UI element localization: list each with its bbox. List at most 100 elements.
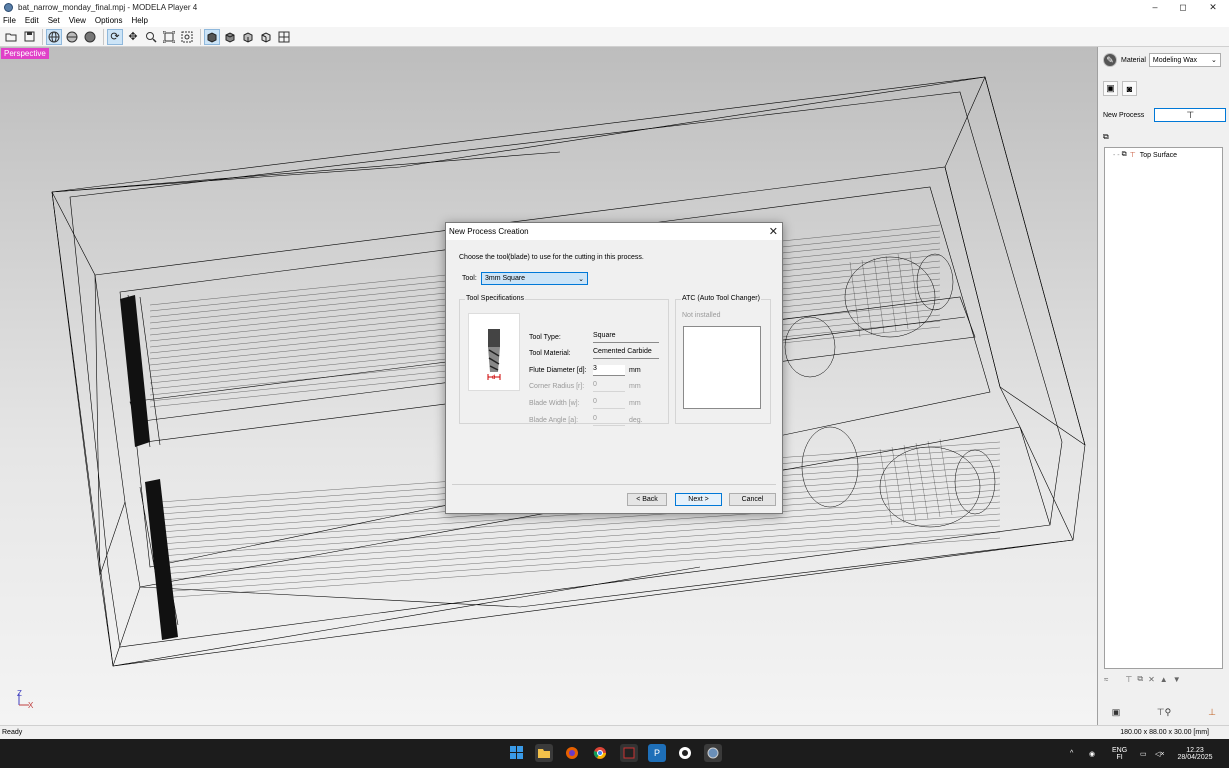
new-process-label: New Process xyxy=(1103,111,1145,119)
window-title: bat_narrow_monday_final.mpj - MODELA Pla… xyxy=(18,2,198,12)
new-process-button[interactable]: ⊤ xyxy=(1154,108,1227,122)
edit-tool-icon[interactable]: ⊤ xyxy=(1125,675,1132,684)
dialog-divider xyxy=(452,484,776,485)
title-bar: bat_narrow_monday_final.mpj - MODELA Pla… xyxy=(0,0,1229,14)
preview-icon[interactable]: ◙ xyxy=(1122,81,1137,96)
app-blue-icon[interactable]: P xyxy=(648,744,666,762)
maximize-button[interactable]: ◻ xyxy=(1168,0,1198,14)
menu-options[interactable]: Options xyxy=(95,16,123,25)
close-button[interactable]: ✕ xyxy=(1198,0,1228,14)
app-dark-icon[interactable] xyxy=(676,744,694,762)
move-up-icon[interactable]: ▲ xyxy=(1160,675,1168,684)
atc-group: ATC (Auto Tool Changer) Not installed xyxy=(675,295,771,424)
cancel-button[interactable]: Cancel xyxy=(729,493,776,506)
process-list-icon[interactable]: ⧉ xyxy=(1103,132,1109,142)
wireframe-view-icon[interactable] xyxy=(46,28,62,45)
tray-chevron-icon[interactable]: ^ xyxy=(1070,739,1073,768)
pan-icon[interactable]: ✥ xyxy=(125,29,141,45)
view-top-icon[interactable] xyxy=(204,28,220,45)
view-label: Perspective xyxy=(1,48,49,59)
tool-search-icon[interactable]: ⊤⚲ xyxy=(1151,704,1177,720)
menu-view[interactable]: View xyxy=(69,16,86,25)
copy-icon[interactable]: ⧉ xyxy=(1137,674,1143,684)
menu-help[interactable]: Help xyxy=(131,16,147,25)
tool-type-value: Square xyxy=(593,332,659,343)
menu-bar: File Edit Set View Options Help xyxy=(0,14,1229,27)
new-process-dialog: New Process Creation ✕ Choose the tool(b… xyxy=(445,222,783,514)
zoom-window-icon[interactable] xyxy=(179,29,195,45)
cut-icon[interactable]: ▣ xyxy=(1103,704,1129,720)
axis-x-label: X xyxy=(28,701,34,710)
modela-player-taskbar-icon[interactable] xyxy=(704,744,722,762)
chrome-icon[interactable] xyxy=(591,744,609,762)
process-tree[interactable]: - - ⧉ ⊤ Top Surface xyxy=(1104,147,1223,669)
volume-icon[interactable]: ◁× xyxy=(1155,739,1164,768)
toolbar-separator xyxy=(42,28,43,45)
tool-select[interactable]: 3mm Square ⌄ xyxy=(481,272,588,285)
view-right-icon[interactable] xyxy=(240,29,256,45)
view-quad-icon[interactable] xyxy=(276,29,292,45)
minimize-button[interactable]: – xyxy=(1140,0,1170,14)
flute-diameter-unit: mm xyxy=(629,367,641,374)
app-red-icon[interactable] xyxy=(620,744,638,762)
network-icon[interactable]: ▭ xyxy=(1140,739,1147,768)
tool-type-label: Tool Type: xyxy=(529,334,561,341)
move-down-icon[interactable]: ▼ xyxy=(1173,675,1181,684)
diameter-label: d xyxy=(492,375,496,381)
windows-start-icon[interactable] xyxy=(508,744,526,762)
corner-radius-label: Corner Radius [r]: xyxy=(529,383,585,390)
chevron-down-icon: ⌄ xyxy=(578,275,584,283)
view-front-icon[interactable] xyxy=(222,29,238,45)
file-explorer-icon[interactable] xyxy=(535,744,553,762)
flute-diameter-input[interactable]: 3 xyxy=(593,365,625,376)
atc-list xyxy=(683,326,761,409)
corner-radius-input: 0 xyxy=(593,381,625,392)
mill-icon[interactable]: ⊥ xyxy=(1199,704,1225,720)
status-text: Ready xyxy=(2,729,23,736)
save-icon[interactable] xyxy=(21,29,37,45)
next-button[interactable]: Next > xyxy=(675,493,722,506)
zoom-extents-icon[interactable] xyxy=(161,29,177,45)
blade-width-label: Blade Width [w]: xyxy=(529,400,580,407)
back-button[interactable]: < Back xyxy=(627,493,667,506)
mesh-view-icon[interactable] xyxy=(64,29,80,45)
tool-specs-title: Tool Specifications xyxy=(465,295,525,302)
material-select[interactable]: Modeling Wax ⌄ xyxy=(1148,53,1221,67)
blade-width-input: 0 xyxy=(593,398,625,409)
atc-title: ATC (Auto Tool Changer) xyxy=(681,295,761,302)
tool-label: Tool: xyxy=(462,275,477,282)
open-folder-icon[interactable] xyxy=(3,29,19,45)
clock-time: 12.23 xyxy=(1186,746,1204,754)
menu-edit[interactable]: Edit xyxy=(25,16,39,25)
corner-radius-unit: mm xyxy=(629,383,641,390)
tool-material-label: Tool Material: xyxy=(529,350,571,357)
language-indicator[interactable]: ENG FI xyxy=(1112,739,1127,768)
atc-status: Not installed xyxy=(682,312,721,319)
chevron-down-icon: ⌄ xyxy=(1211,57,1217,64)
model-settings-icon[interactable]: ▣ xyxy=(1103,81,1118,96)
dialog-title-bar: New Process Creation ✕ xyxy=(446,223,782,240)
clock[interactable]: 12.23 28/04/2025 xyxy=(1174,739,1216,768)
tool-select-value: 3mm Square xyxy=(485,275,526,282)
delete-icon[interactable]: ✕ xyxy=(1148,675,1155,684)
tray-app-icon[interactable]: ◉ xyxy=(1089,739,1095,768)
toolbar: ⟳ ✥ xyxy=(0,27,1229,47)
tree-item-top-surface[interactable]: - - ⧉ ⊤ Top Surface xyxy=(1113,151,1177,159)
toolbar-separator xyxy=(103,28,104,45)
rotate-icon[interactable]: ⟳ xyxy=(107,28,123,45)
material-label: Material xyxy=(1121,56,1146,64)
material-icon[interactable]: ✎ xyxy=(1103,53,1117,67)
tree-header-row: ⧉ xyxy=(1103,132,1109,142)
blade-width-unit: mm xyxy=(629,400,641,407)
dialog-title: New Process Creation xyxy=(449,227,529,236)
zoom-icon[interactable] xyxy=(143,29,159,45)
solid-view-icon[interactable] xyxy=(82,29,98,45)
menu-set[interactable]: Set xyxy=(48,16,60,25)
dialog-close-icon[interactable]: ✕ xyxy=(769,225,778,238)
firefox-icon[interactable] xyxy=(563,744,581,762)
view-left-icon[interactable] xyxy=(258,29,274,45)
menu-file[interactable]: File xyxy=(3,16,16,25)
flute-diameter-label: Flute Diameter [d]: xyxy=(529,367,587,374)
toolpath-icon[interactable]: ≈ xyxy=(1104,675,1108,684)
new-process-row: New Process ⊤ xyxy=(1103,108,1227,122)
